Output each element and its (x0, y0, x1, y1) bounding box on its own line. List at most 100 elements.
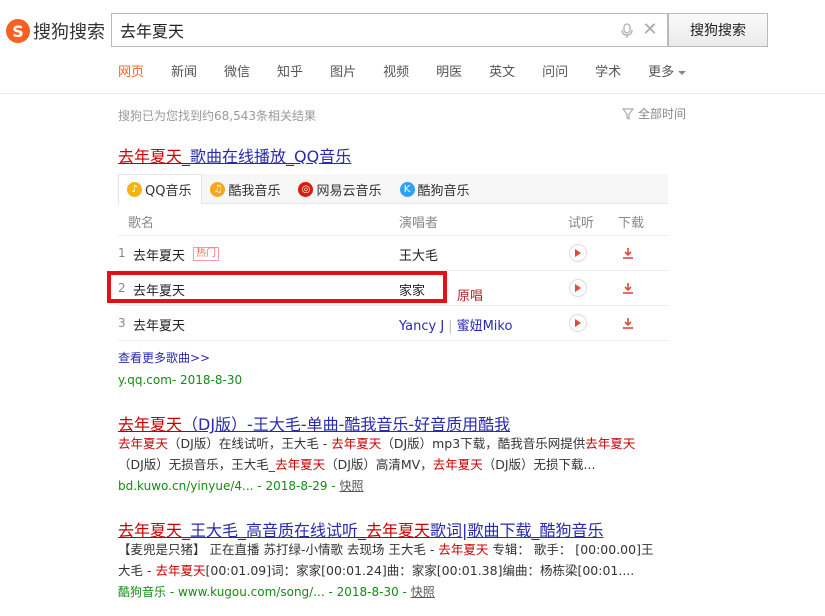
title-text: 歌词|歌曲下载_酷狗音乐 (430, 521, 604, 540)
tab-kuwo-music[interactable]: ♫ 酷我音乐 (202, 174, 290, 204)
tab-web[interactable]: 网页 (118, 64, 144, 86)
download-icon[interactable] (619, 244, 637, 262)
result-3-title[interactable]: 去年夏天_王大毛_高音质在线试听_去年夏天歌词|歌曲下载_酷狗音乐 (118, 517, 603, 541)
tab-netease-music[interactable]: ◎ 网易云音乐 (290, 174, 391, 204)
snippet-text: （DJ版）无损下载... (482, 456, 596, 472)
tab-more-label: 更多 (648, 65, 675, 80)
snippet-text: （DJ版）无损音乐，王大毛_ (118, 456, 276, 472)
hl-term: 去年夏天 (155, 562, 206, 578)
tab-images[interactable]: 图片 (330, 64, 356, 86)
tab-news[interactable]: 新闻 (171, 64, 197, 86)
search-button[interactable]: 搜狗搜索 (668, 13, 768, 47)
result-2-title-rest: （DJ版）-王大毛-单曲-酷我音乐-好音质用酷我 (182, 415, 511, 434)
separator: | (448, 319, 453, 334)
tab-scholar[interactable]: 学术 (595, 64, 621, 86)
nav-divider (0, 93, 825, 94)
download-icon[interactable] (619, 314, 637, 332)
hl-term: 去年夏天 (432, 456, 483, 472)
time-filter-label: 全部时间 (638, 107, 687, 121)
snippet-line: （DJ版）无损音乐，王大毛_去年夏天（DJ版）高清MV，去年夏天（DJ版）无损下… (118, 455, 658, 476)
result-1-title-hl: 去年夏天 (118, 147, 183, 166)
tab-video[interactable]: 视频 (383, 64, 409, 86)
result-2-title[interactable]: 去年夏天（DJ版）-王大毛-单曲-酷我音乐-好音质用酷我 (118, 411, 510, 435)
search-box[interactable]: ✕ (111, 13, 668, 47)
title-text: _王大毛_高音质在线试听_ (182, 521, 367, 540)
result-1-title[interactable]: 去年夏天_歌曲在线播放_QQ音乐 (118, 143, 351, 167)
more-songs-link[interactable]: 查看更多歌曲>> (118, 349, 210, 366)
tab-netease-music-label: 网易云音乐 (316, 183, 382, 199)
music-widget: ♪ QQ音乐 ♫ 酷我音乐 ◎ 网易云音乐 K 酷狗音乐 (118, 174, 668, 205)
result-3-url: 酷狗音乐 - www.kugou.com/song/... - 2018-8-3… (118, 583, 435, 600)
snippet-text: （DJ版）高清MV， (325, 456, 433, 472)
filter-icon (622, 108, 634, 120)
tab-qq-music-label: QQ音乐 (145, 184, 192, 199)
tab-medical[interactable]: 明医 (436, 64, 462, 86)
tab-kugou-music[interactable]: K 酷狗音乐 (392, 174, 480, 204)
singer-link-a[interactable]: Yancy J (399, 319, 444, 334)
snippet-line: 【麦兜是只猪】 正在直播 苏打绿-小情歌 去现场 王大毛 - 去年夏天 专辑： … (118, 540, 658, 561)
snippet-text: （DJ版）mp3下载，酷我音乐网提供 (381, 436, 586, 451)
singer-link-b[interactable]: 蜜妞Miko (457, 319, 513, 334)
result-1-title-rest: _歌曲在线播放_QQ音乐 (182, 147, 352, 166)
sogou-logo[interactable]: S 搜狗搜索 (6, 16, 105, 46)
singer-name[interactable]: 王大毛 (399, 245, 438, 264)
col-download: 下载 (618, 216, 645, 231)
annotation-label: 原唱 (457, 289, 484, 304)
result-3-snippet: 【麦兜是只猪】 正在直播 苏打绿-小情歌 去现场 王大毛 - 去年夏天 专辑： … (118, 540, 658, 581)
microphone-icon[interactable] (621, 23, 633, 39)
kuwo-music-icon: ♫ (210, 181, 226, 197)
hot-badge: 热门 (193, 247, 219, 261)
tab-zhihu[interactable]: 知乎 (277, 64, 303, 86)
search-input[interactable] (112, 14, 592, 46)
play-icon[interactable] (569, 244, 587, 262)
annotation-box (107, 271, 447, 303)
row-index: 3 (118, 316, 126, 330)
tab-wechat[interactable]: 微信 (224, 64, 250, 86)
tab-english[interactable]: 英文 (489, 64, 515, 86)
tab-qq-music[interactable]: ♪ QQ音乐 (118, 174, 203, 205)
music-source-tabs: ♪ QQ音乐 ♫ 酷我音乐 ◎ 网易云音乐 K 酷狗音乐 (118, 174, 668, 205)
snippet-text: 【麦兜是只猪】 正在直播 苏打绿-小情歌 去现场 王大毛 - (118, 542, 439, 557)
result-2-snippet: 去年夏天（DJ版）在线试听，王大毛 - 去年夏天（DJ版）mp3下载，酷我音乐网… (118, 434, 658, 475)
hl-term: 去年夏天 (438, 542, 489, 557)
snapshot-link[interactable]: 快照 (340, 479, 364, 493)
chevron-down-icon (678, 70, 687, 75)
hl-term: 去年夏天 (118, 436, 169, 451)
result-1-url: y.qq.com- 2018-8-30 (118, 373, 243, 387)
snippet-text: （DJ版）在线试听，王大毛 - (168, 436, 332, 451)
time-filter[interactable]: 全部时间 (622, 105, 686, 122)
hl-term: 去年夏天 (366, 521, 431, 540)
row-divider (118, 305, 668, 306)
song-title[interactable]: 去年夏天 (133, 315, 185, 334)
url-text: bd.kuwo.cn/yinyue/4... - 2018-8-29 - (118, 479, 340, 493)
result-2-title-hl: 去年夏天 (118, 415, 183, 434)
play-icon[interactable] (569, 279, 587, 297)
snippet-text: 大毛 - (118, 562, 156, 578)
snippet-line: 大毛 - 去年夏天[00:01.09]词：家家[00:01.24]曲：家家[00… (118, 561, 658, 582)
song-title[interactable]: 去年夏天 (133, 245, 185, 264)
row-divider (118, 340, 668, 341)
clear-icon[interactable]: ✕ (641, 20, 659, 40)
tab-kugou-music-label: 酷狗音乐 (417, 183, 470, 199)
hl-term: 去年夏天 (118, 521, 183, 540)
play-icon[interactable] (569, 314, 587, 332)
result-count: 搜狗已为您找到约68,543条相关结果 (118, 109, 316, 123)
hl-term: 去年夏天 (275, 456, 326, 472)
col-listen: 试听 (568, 216, 595, 231)
row-index: 1 (118, 246, 126, 260)
hl-term: 去年夏天 (585, 436, 636, 451)
tab-kuwo-music-label: 酷我音乐 (228, 183, 281, 199)
url-text: 酷狗音乐 - www.kugou.com/song/... - 2018-8-3… (118, 585, 411, 599)
snippet-text: 专辑： 歌手： [00:00.00]王 (488, 542, 654, 557)
tab-wenwen[interactable]: 问问 (542, 64, 568, 86)
col-song: 歌名 (128, 216, 155, 231)
row-divider (118, 235, 668, 236)
download-icon[interactable] (619, 279, 637, 297)
logo-text: 搜狗搜索 (33, 22, 105, 43)
result-2-url: bd.kuwo.cn/yinyue/4... - 2018-8-29 - 快照 (118, 477, 364, 494)
snippet-line: 去年夏天（DJ版）在线试听，王大毛 - 去年夏天（DJ版）mp3下载，酷我音乐网… (118, 434, 658, 455)
tab-more[interactable]: 更多 (648, 64, 687, 86)
snapshot-link[interactable]: 快照 (411, 585, 435, 599)
netease-music-icon: ◎ (298, 181, 314, 197)
qq-music-icon: ♪ (127, 182, 142, 197)
